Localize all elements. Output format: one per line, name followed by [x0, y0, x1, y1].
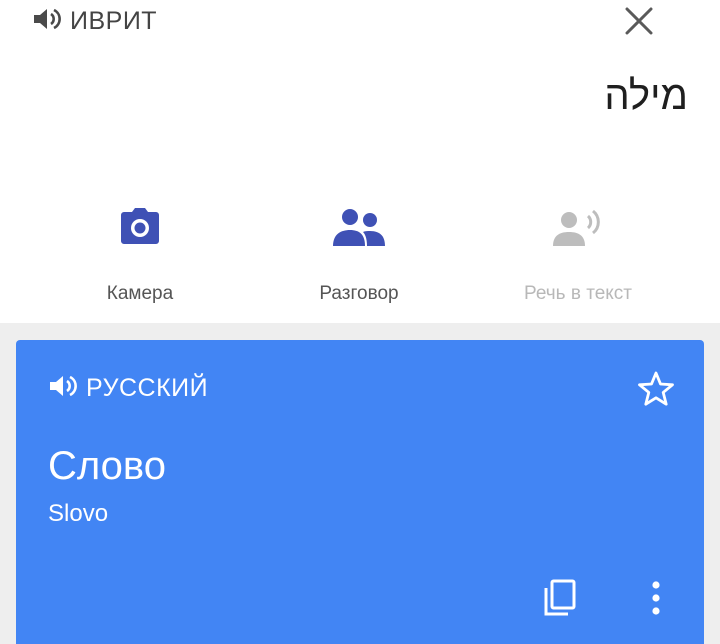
- people-icon: [333, 209, 385, 246]
- camera-button[interactable]: Камера: [40, 196, 240, 316]
- transcribe-button[interactable]: Речь в текст: [478, 196, 678, 316]
- speaker-icon[interactable]: [32, 6, 62, 37]
- translation-text[interactable]: Слово: [48, 444, 166, 489]
- more-vert-icon: [652, 581, 660, 615]
- transliteration-text: Slovo: [48, 500, 109, 527]
- favorite-button[interactable]: [634, 368, 678, 410]
- conversation-label: Разговор: [319, 283, 399, 304]
- more-options-button[interactable]: [632, 574, 680, 622]
- speaker-icon[interactable]: [48, 373, 78, 404]
- close-icon: [625, 7, 653, 35]
- target-language-row[interactable]: РУССКИЙ: [48, 370, 208, 406]
- source-language-row[interactable]: ИВРИТ: [32, 4, 157, 38]
- target-language-label: РУССКИЙ: [86, 373, 209, 402]
- voice-person-icon: [553, 209, 600, 246]
- copy-button[interactable]: [536, 574, 584, 622]
- camera-label: Камера: [106, 283, 174, 304]
- star-outline-icon: [638, 371, 674, 406]
- conversation-button[interactable]: Разговор: [259, 196, 459, 316]
- camera-icon: [121, 208, 159, 244]
- close-button[interactable]: [618, 2, 660, 40]
- source-language-label: ИВРИТ: [70, 6, 158, 35]
- source-panel: ИВРИТ מילה Камера Разговор Речь в текст: [0, 0, 720, 323]
- transcribe-label: Речь в текст: [523, 283, 632, 304]
- copy-icon: [544, 579, 576, 616]
- source-text[interactable]: מילה: [604, 74, 688, 119]
- translation-card: РУССКИЙ Слово Slovo: [16, 340, 704, 644]
